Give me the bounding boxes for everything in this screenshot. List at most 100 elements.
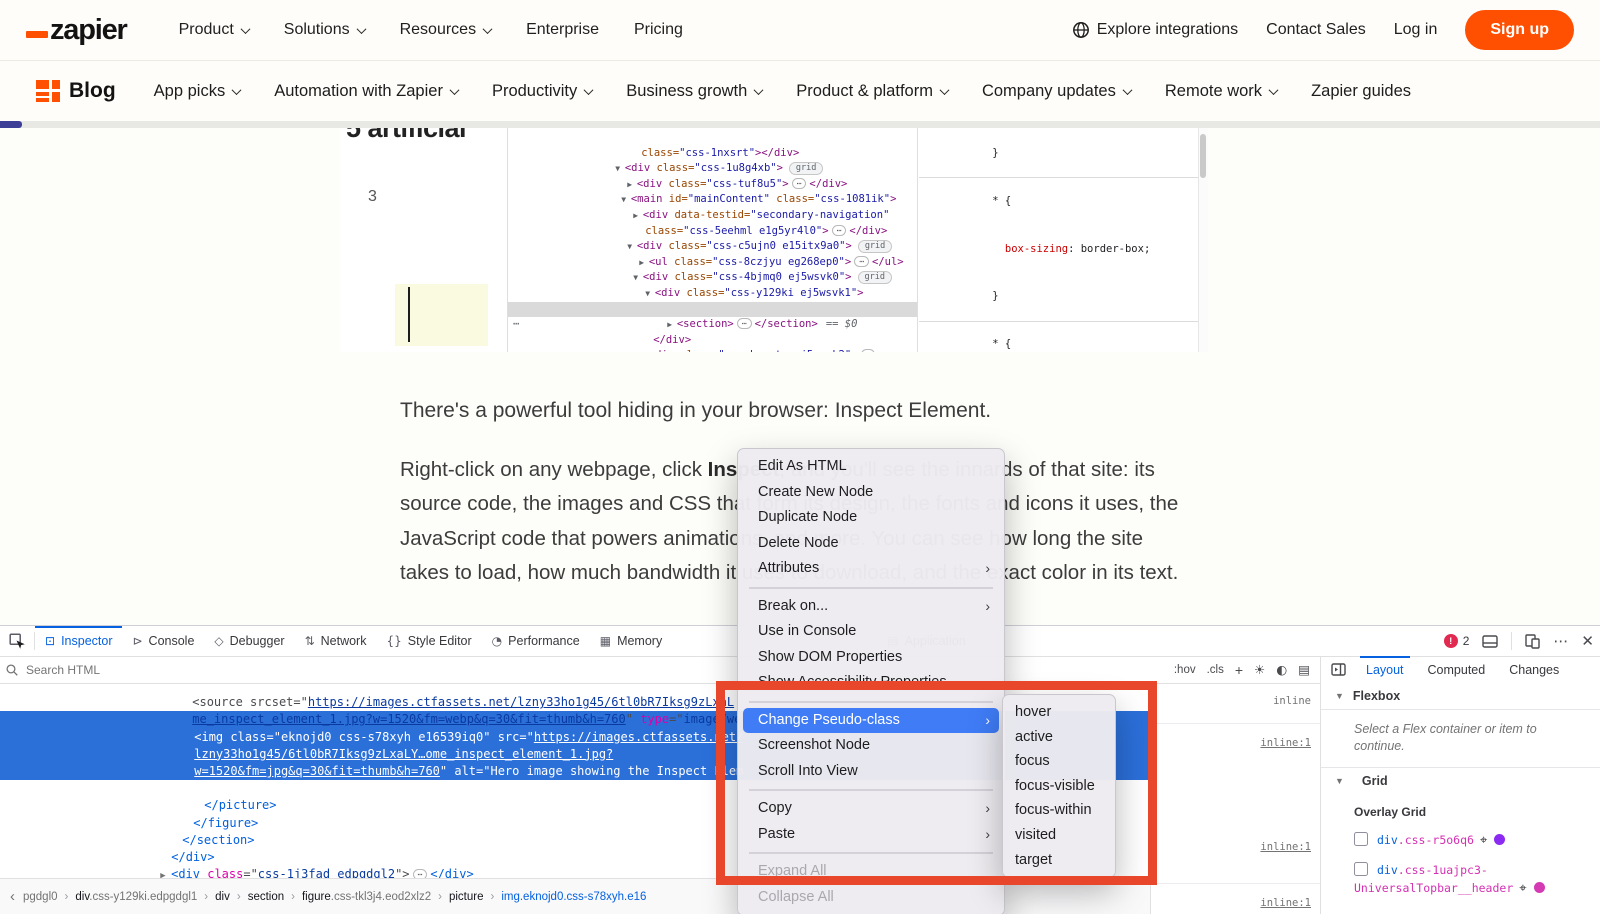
layout-panel-tab[interactable]: Layout [1354, 656, 1416, 683]
layout-panel-tab[interactable]: Changes [1497, 656, 1571, 683]
context-menu-item[interactable]: Show DOM Properties [738, 645, 1004, 671]
pseudo-class-option[interactable]: focus-visible [1003, 774, 1115, 799]
rule-source-link[interactable]: inline:1 [1260, 897, 1311, 909]
context-menu-item[interactable]: Use in Console [738, 619, 1004, 645]
print-simulation-icon[interactable]: ▤ [1298, 662, 1310, 677]
breadcrumb-item[interactable]: section [248, 891, 284, 903]
grid-overlay-checkbox[interactable] [1354, 832, 1368, 846]
devtools-tab[interactable]: ⊳ Console [122, 626, 204, 656]
context-menu-item[interactable]: Expand All [738, 859, 1004, 885]
blog-nav-item[interactable]: Product & platform [796, 82, 950, 101]
blog-nav-item[interactable]: Productivity [492, 82, 594, 101]
pseudo-class-option[interactable]: focus-within [1003, 798, 1115, 823]
responsive-design-icon[interactable] [1525, 633, 1541, 649]
class-toggle[interactable]: .cls [1207, 664, 1224, 676]
search-html-input[interactable] [24, 661, 248, 678]
light-scheme-icon[interactable]: ☀ [1254, 662, 1265, 677]
flexbox-section-header[interactable]: ▼ Flexbox [1321, 683, 1600, 710]
rule-source-link[interactable] [1151, 883, 1321, 884]
context-menu-item[interactable]: Delete Node [738, 531, 1004, 557]
contact-sales-link[interactable]: Contact Sales [1266, 21, 1366, 39]
pseudo-class-option[interactable]: hover [1003, 700, 1115, 725]
top-nav-item[interactable]: Resources [400, 21, 493, 39]
chevron-down-icon [1268, 84, 1279, 95]
breadcrumb-item[interactable]: div [215, 891, 230, 903]
context-menu-item[interactable]: Scroll Into View [738, 759, 1004, 785]
context-menu-item[interactable] [749, 700, 993, 703]
devtools-tab[interactable]: ◔ Performance [482, 626, 590, 656]
top-nav-item[interactable]: Product [179, 21, 251, 39]
node-picker-button[interactable] [0, 626, 34, 656]
overlay-grid-item: div.css-1uajpc3-UniversalTopbar__header ⌖ [1354, 861, 1592, 898]
zapier-logo[interactable]: zapier [26, 15, 128, 45]
devtools-tab[interactable]: ⇅ Network [295, 626, 377, 656]
pseudo-class-option[interactable]: target [1003, 848, 1115, 873]
devtools-tab[interactable]: {} Style Editor [376, 626, 481, 656]
top-nav-item[interactable]: Enterprise [526, 21, 599, 39]
context-menu-item[interactable]: Paste › [738, 822, 1004, 848]
context-menu-item[interactable]: Create New Node [738, 480, 1004, 506]
layout-panel-tab[interactable]: Computed [1416, 656, 1498, 683]
breadcrumb-item[interactable]: div.css-y129ki.edpgdgl1 [75, 891, 197, 903]
grid-color-swatch[interactable] [1533, 882, 1545, 893]
devtools-tab[interactable]: ◇ Debugger [204, 626, 294, 656]
error-badge-icon[interactable]: ! [1443, 634, 1458, 648]
rule-source-link[interactable]: inline:1 [1260, 737, 1311, 749]
pseudo-class-option[interactable]: active [1003, 725, 1115, 750]
context-menu-item[interactable]: Screenshot Node [738, 733, 1004, 759]
submenu-arrow-icon: › [985, 560, 990, 576]
grid-section-header[interactable]: ▼ Grid [1321, 767, 1600, 794]
devtools-tab[interactable]: ⊡ Inspector [35, 626, 123, 656]
blog-nav-item[interactable]: Automation with Zapier [274, 82, 460, 101]
blog-nav-item[interactable]: App picks [154, 82, 242, 101]
close-devtools-icon[interactable]: ✕ [1581, 632, 1594, 650]
pseudo-class-option[interactable]: visited [1003, 823, 1115, 848]
context-menu-item[interactable]: Attributes › [738, 556, 1004, 582]
breadcrumb-item[interactable]: picture [449, 891, 484, 903]
pseudo-class-toggle[interactable]: :hov [1174, 664, 1196, 676]
breadcrumb-item[interactable]: pgdgl0 [23, 891, 58, 903]
context-menu-item[interactable] [749, 789, 993, 791]
login-link[interactable]: Log in [1394, 21, 1438, 39]
devtools-tab[interactable]: ▦ Memory [590, 626, 673, 656]
rule-source-link[interactable]: inline:1 [1260, 841, 1311, 853]
scrollbar-thumb[interactable] [1200, 134, 1206, 178]
context-menu-item[interactable]: Duplicate Node [738, 505, 1004, 531]
breadcrumb-item[interactable]: figure.css-tkl3j4.eod2xlz2 [302, 891, 431, 903]
blog-logo[interactable]: Blog [36, 79, 116, 103]
top-nav-item[interactable]: Solutions [284, 21, 367, 39]
context-menu-item[interactable]: Edit As HTML [738, 454, 1004, 480]
blog-nav-item[interactable]: Zapier guides [1311, 82, 1411, 101]
rule-source-link[interactable] [1151, 723, 1321, 724]
grid-overlay-checkbox[interactable] [1354, 862, 1368, 876]
context-menu-item[interactable]: Collapse All [738, 885, 1004, 911]
devtools-tab-icon: ⇅ [304, 634, 315, 648]
split-console-icon[interactable] [1482, 634, 1499, 648]
figure-dom-tree-panel: class="css-1nxsrt"></div> ▼ <div class="… [507, 128, 918, 352]
blog-nav-item[interactable]: Business growth [626, 82, 764, 101]
breadcrumb-back-icon[interactable]: ‹ [10, 888, 15, 905]
context-menu-item[interactable]: Copy › [738, 796, 1004, 822]
context-menu-item[interactable] [749, 852, 993, 854]
sidebar-toggle-button[interactable] [1321, 663, 1354, 676]
inspect-grid-icon[interactable]: ⌖ [1480, 833, 1487, 848]
add-rule-button[interactable]: + [1235, 662, 1243, 678]
context-menu-item[interactable]: Break on... › [738, 594, 1004, 620]
explore-integrations-link[interactable]: Explore integrations [1072, 21, 1238, 39]
breadcrumb-item[interactable]: img.eknojd0.css-s78xyh.e16 [501, 891, 646, 903]
inspect-grid-icon[interactable]: ⌖ [1519, 881, 1526, 896]
context-menu-item[interactable] [749, 586, 993, 589]
rule-source-link[interactable]: inline [1273, 695, 1311, 707]
pseudo-class-option[interactable]: focus [1003, 749, 1115, 774]
blog-nav-item[interactable]: Remote work [1165, 82, 1279, 101]
top-nav-item[interactable]: Pricing [634, 21, 683, 39]
context-menu-item[interactable]: Change Pseudo-class › [743, 707, 999, 733]
context-menu-item[interactable]: Show Accessibility Properties [738, 670, 1004, 696]
meatball-menu-icon[interactable]: ⋯ [1553, 632, 1568, 650]
grid-color-swatch[interactable] [1494, 834, 1506, 845]
figure-scrollbar[interactable] [1198, 128, 1208, 352]
dark-scheme-icon[interactable]: ◐ [1276, 662, 1287, 677]
figure-page-fragment: 5 artificial 3 [340, 128, 507, 352]
blog-nav-item[interactable]: Company updates [982, 82, 1133, 101]
signup-button[interactable]: Sign up [1465, 10, 1574, 50]
